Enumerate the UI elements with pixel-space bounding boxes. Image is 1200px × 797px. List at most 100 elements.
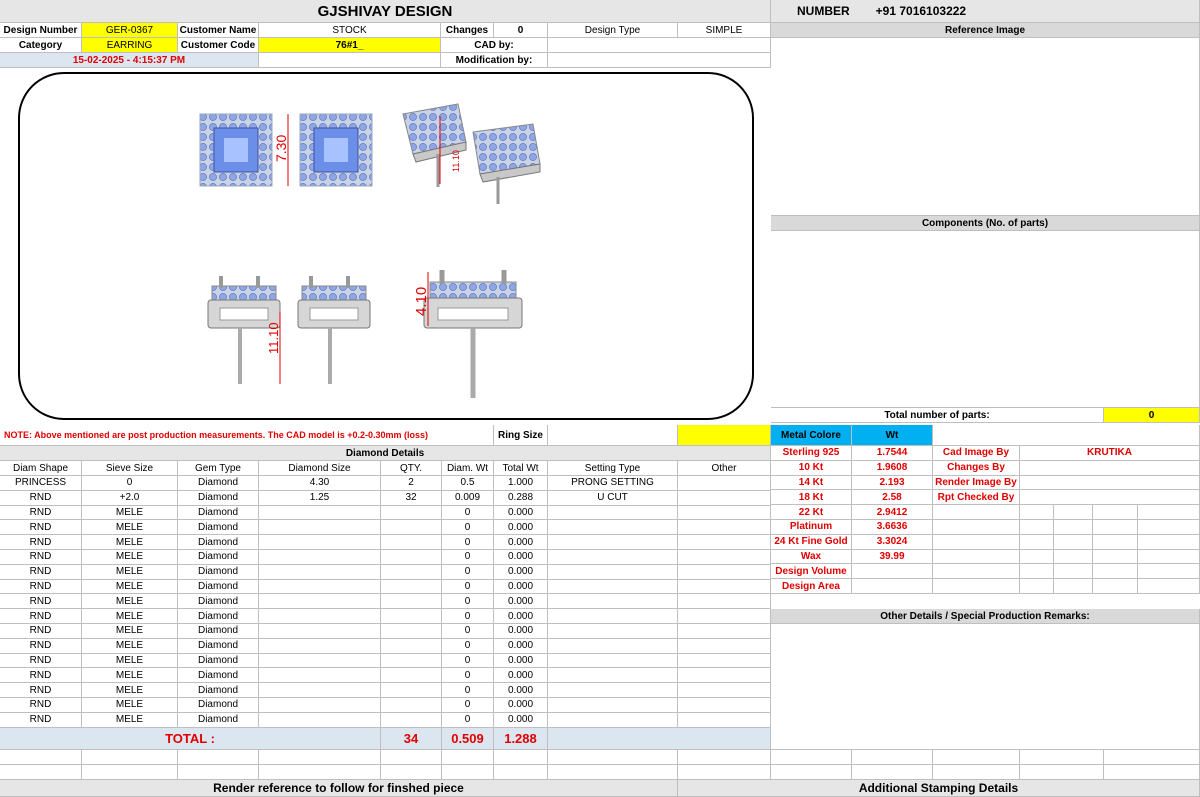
- diamond-cell[interactable]: RND: [0, 594, 82, 610]
- diamond-cell[interactable]: [548, 624, 678, 639]
- diamond-cell[interactable]: RND: [0, 624, 82, 639]
- credit-value[interactable]: [1020, 475, 1200, 491]
- design-type-value[interactable]: SIMPLE: [678, 23, 771, 38]
- diamond-cell[interactable]: [259, 698, 381, 713]
- category-value[interactable]: EARRING: [82, 38, 178, 53]
- diamond-cell[interactable]: [381, 609, 442, 624]
- diamond-cell[interactable]: 0: [442, 712, 494, 728]
- diamond-cell[interactable]: MELE: [82, 638, 178, 654]
- diamond-cell[interactable]: Diamond: [178, 579, 259, 595]
- diamond-cell[interactable]: 0: [442, 579, 494, 595]
- diamond-cell[interactable]: [678, 476, 771, 491]
- diamond-cell[interactable]: Diamond: [178, 550, 259, 565]
- diamond-cell[interactable]: 0: [442, 653, 494, 669]
- diamond-cell[interactable]: [548, 668, 678, 684]
- diamond-cell[interactable]: Diamond: [178, 535, 259, 550]
- diamond-cell[interactable]: [678, 490, 771, 506]
- diamond-cell[interactable]: [678, 520, 771, 536]
- diamond-cell[interactable]: MELE: [82, 712, 178, 728]
- diamond-cell[interactable]: 0.000: [494, 683, 548, 698]
- diamond-cell[interactable]: [259, 653, 381, 669]
- diamond-cell[interactable]: RND: [0, 653, 82, 669]
- diamond-cell[interactable]: Diamond: [178, 698, 259, 713]
- diamond-cell[interactable]: 0.000: [494, 668, 548, 684]
- diamond-cell[interactable]: [381, 505, 442, 521]
- diamond-cell[interactable]: 0.000: [494, 505, 548, 521]
- diamond-cell[interactable]: RND: [0, 490, 82, 506]
- diamond-cell[interactable]: 0.000: [494, 594, 548, 610]
- diamond-cell[interactable]: [381, 550, 442, 565]
- diamond-cell[interactable]: [259, 535, 381, 550]
- diamond-cell[interactable]: 0.288: [494, 490, 548, 506]
- diamond-cell[interactable]: [259, 579, 381, 595]
- diamond-cell[interactable]: 0: [442, 564, 494, 580]
- diamond-cell[interactable]: Diamond: [178, 476, 259, 491]
- diamond-cell[interactable]: MELE: [82, 564, 178, 580]
- diamond-cell[interactable]: 2: [381, 476, 442, 491]
- diamond-cell[interactable]: MELE: [82, 505, 178, 521]
- diamond-cell[interactable]: [548, 535, 678, 550]
- diamond-cell[interactable]: [548, 712, 678, 728]
- ring-size-value[interactable]: [548, 425, 678, 446]
- diamond-cell[interactable]: [381, 653, 442, 669]
- diamond-cell[interactable]: [678, 564, 771, 580]
- diamond-cell[interactable]: MELE: [82, 520, 178, 536]
- diamond-cell[interactable]: 0: [442, 535, 494, 550]
- diamond-cell[interactable]: [548, 550, 678, 565]
- diamond-cell[interactable]: +2.0: [82, 490, 178, 506]
- diamond-cell[interactable]: [381, 520, 442, 536]
- diamond-cell[interactable]: [548, 564, 678, 580]
- diamond-cell[interactable]: 0.000: [494, 520, 548, 536]
- diamond-cell[interactable]: [381, 683, 442, 698]
- diamond-cell[interactable]: [259, 609, 381, 624]
- diamond-cell[interactable]: [381, 698, 442, 713]
- diamond-cell[interactable]: [548, 653, 678, 669]
- diamond-cell[interactable]: [678, 683, 771, 698]
- diamond-cell[interactable]: 0: [82, 476, 178, 491]
- diamond-cell[interactable]: 0: [442, 624, 494, 639]
- customer-name-value[interactable]: STOCK: [259, 23, 441, 38]
- diamond-cell[interactable]: [678, 638, 771, 654]
- diamond-cell[interactable]: MELE: [82, 668, 178, 684]
- diamond-cell[interactable]: 0: [442, 594, 494, 610]
- diamond-cell[interactable]: [548, 638, 678, 654]
- diamond-cell[interactable]: MELE: [82, 609, 178, 624]
- diamond-cell[interactable]: RND: [0, 564, 82, 580]
- diamond-cell[interactable]: Diamond: [178, 638, 259, 654]
- modification-by-value[interactable]: [548, 53, 771, 68]
- diamond-cell[interactable]: PRONG SETTING: [548, 476, 678, 491]
- diamond-cell[interactable]: 0: [442, 683, 494, 698]
- diamond-cell[interactable]: Diamond: [178, 624, 259, 639]
- diamond-cell[interactable]: RND: [0, 579, 82, 595]
- diamond-cell[interactable]: [548, 683, 678, 698]
- total-parts-value[interactable]: 0: [1104, 408, 1200, 423]
- diamond-cell[interactable]: [678, 712, 771, 728]
- diamond-cell[interactable]: [678, 624, 771, 639]
- diamond-cell[interactable]: RND: [0, 698, 82, 713]
- diamond-cell[interactable]: 4.30: [259, 476, 381, 491]
- diamond-cell[interactable]: RND: [0, 550, 82, 565]
- diamond-cell[interactable]: [381, 668, 442, 684]
- diamond-cell[interactable]: [548, 594, 678, 610]
- diamond-cell[interactable]: RND: [0, 638, 82, 654]
- diamond-cell[interactable]: [678, 698, 771, 713]
- diamond-cell[interactable]: Diamond: [178, 653, 259, 669]
- diamond-cell[interactable]: MELE: [82, 683, 178, 698]
- diamond-cell[interactable]: [259, 520, 381, 536]
- diamond-cell[interactable]: [678, 653, 771, 669]
- diamond-cell[interactable]: RND: [0, 505, 82, 521]
- diamond-cell[interactable]: RND: [0, 712, 82, 728]
- diamond-cell[interactable]: [381, 624, 442, 639]
- diamond-cell[interactable]: [548, 609, 678, 624]
- diamond-cell[interactable]: [678, 535, 771, 550]
- diamond-cell[interactable]: Diamond: [178, 668, 259, 684]
- diamond-cell[interactable]: [678, 594, 771, 610]
- diamond-cell[interactable]: Diamond: [178, 594, 259, 610]
- diamond-cell[interactable]: [259, 564, 381, 580]
- diamond-cell[interactable]: 0.000: [494, 550, 548, 565]
- diamond-cell[interactable]: 0: [442, 698, 494, 713]
- diamond-cell[interactable]: 0: [442, 520, 494, 536]
- diamond-cell[interactable]: Diamond: [178, 683, 259, 698]
- diamond-cell[interactable]: MELE: [82, 594, 178, 610]
- diamond-cell[interactable]: 0.000: [494, 609, 548, 624]
